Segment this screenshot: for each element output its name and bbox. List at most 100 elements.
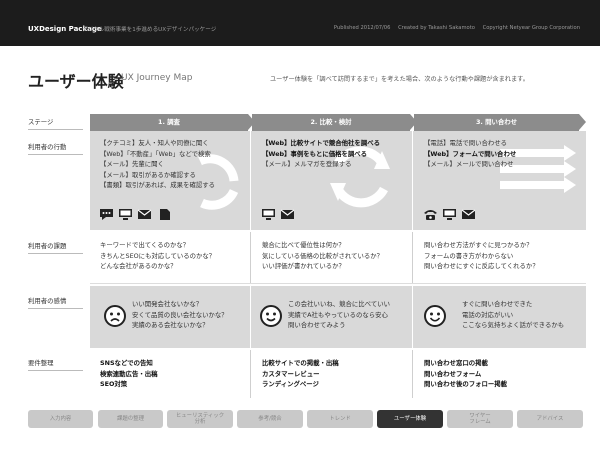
nav-item-user-experience[interactable]: ユーザー体験 <box>377 410 443 428</box>
emotion-item: 電話の対応がいい <box>462 310 514 319</box>
action-item: 【メール】先輩に聞く <box>100 160 164 169</box>
issue-item: フォームの書き方がわからない <box>424 251 514 260</box>
document-meta: Published 2012/07/06 Created by Takashi … <box>328 25 580 31</box>
nav-item-label: トレンド <box>329 415 351 422</box>
action-item: 【書類】取引があれば、成果を確認する <box>100 181 216 190</box>
emotion-list-research: いい開発会社ないかな？ 安くて品質の良い会社ないかな？ 実績のある会社ないかな？ <box>132 299 228 331</box>
copyright: Copyright Netyear Group Corporation <box>482 25 580 31</box>
mail-icon <box>281 209 294 219</box>
happy-face-icon <box>424 305 446 327</box>
row-divider <box>28 253 83 254</box>
issue-item: 問い合わせ方法がすぐに見つかるか？ <box>424 241 533 249</box>
issue-item: どんな会社があるのかな？ <box>100 262 177 271</box>
action-list-inquiry: 【電話】電話で問い合わせる 【Web】フォームで問い合わせ 【メール】メールで問… <box>424 138 516 170</box>
nav-item-issues[interactable]: 課題の整理 <box>98 410 163 428</box>
requirement-list-compare: 比較サイトでの掲載・出稿 カスタマーレビュー ランディングページ <box>262 358 339 390</box>
nav-item-trend[interactable]: トレンド <box>307 410 373 428</box>
stage-compare: 2. 比較・検討 <box>252 114 417 131</box>
column-divider <box>250 131 251 230</box>
issue-item: 競合に比べて優位性は何か？ <box>262 241 345 249</box>
issue-list-inquiry: 問い合わせ方法がすぐに見つかるか？ フォームの書き方がわからない 問い合わせにす… <box>424 240 539 272</box>
channel-icons-research <box>100 209 170 220</box>
action-item: 【Web】事例をもとに価格を調べる <box>262 149 368 158</box>
nav-item-label: アドバイス <box>536 415 564 422</box>
row-divider <box>28 370 83 371</box>
emotion-item: 実績でA社もやっているのなら安心 <box>288 310 388 319</box>
requirement-item: 問い合わせ窓口の掲載 <box>424 359 488 367</box>
nav-item-label: フレーム <box>469 419 491 425</box>
action-item: 【Web】フォームで問い合わせ <box>424 149 517 158</box>
nav-item-input[interactable]: 入力内容 <box>28 410 93 428</box>
smiling-face-icon <box>260 305 282 327</box>
emotion-item: 問い合わせてみよう <box>288 321 346 330</box>
emotion-list-compare: この会社いいね、競合に比べていい 実績でA社もやっているのなら安心 問い合わせて… <box>288 299 390 331</box>
requirement-item: 比較サイトでの掲載・出稿 <box>262 359 339 367</box>
page-intro: ユーザー体験を「調べて訪問するまで」を考えた場合、次のような行動や課題が含まれま… <box>270 76 529 83</box>
channel-icons-inquiry <box>424 209 475 220</box>
issue-item: キーワードで出てくるのかな？ <box>100 241 190 249</box>
emotion-item: すぐに問い合わせできた <box>462 300 533 308</box>
issue-item: 問い合わせにすぐに反応してくれるか？ <box>424 262 539 271</box>
page-title: ユーザー体験 <box>28 72 124 91</box>
column-divider <box>412 286 413 348</box>
issue-band: キーワードで出てくるのかな？ きちんとSEOにも対応しているのかな？ どんな会社… <box>90 232 586 284</box>
requirement-item: SNSなどでの告知 <box>100 359 153 367</box>
row-divider <box>28 129 83 130</box>
row-divider <box>28 154 83 155</box>
column-divider <box>250 232 251 283</box>
row-label-action: 利用者の行動 <box>28 143 67 151</box>
issue-item: きちんとSEOにも対応しているのかな？ <box>100 251 216 260</box>
computer-icon <box>119 209 132 220</box>
row-label-stage: ステージ <box>28 118 54 126</box>
worried-face-icon <box>104 305 126 327</box>
requirement-item: 検索連動広告・出稿 <box>100 369 158 378</box>
action-item: 【メール】メルマガを登録する <box>262 160 352 169</box>
mail-icon <box>138 209 151 219</box>
chat-icon <box>100 209 113 220</box>
mail-icon <box>462 209 475 219</box>
action-band: 【クチコミ】友人・知人や同僚に聞く 【Web】「不動産」「Web」などで検索 【… <box>90 131 586 230</box>
row-label-issue: 利用者の課題 <box>28 242 67 250</box>
action-item: 【メール】取引があるか確認する <box>100 170 196 179</box>
requirement-item: 問い合わせ後のフォロー掲載 <box>424 380 508 389</box>
requirement-band: SNSなどでの告知 検索連動広告・出稿 SEO対策 比較サイトでの掲載・出稿 カ… <box>90 350 586 398</box>
stage-inquiry: 3. 問い合わせ <box>414 114 586 131</box>
action-list-research: 【クチコミ】友人・知人や同僚に聞く 【Web】「不動産」「Web」などで検索 【… <box>100 138 215 191</box>
nav-item-heuristic[interactable]: ヒューリスティック 分析 <box>167 410 233 428</box>
nav-item-wireframe[interactable]: ワイヤー フレーム <box>447 410 513 428</box>
emotion-item: いい開発会社ないかな？ <box>132 300 203 308</box>
issue-list-compare: 競合に比べて優位性は何か？ 気にしている価格の比較がされているか？ いい評価が書… <box>262 240 383 272</box>
action-item: 【メール】メールで問い合わせ <box>424 160 514 169</box>
emotion-band: いい開発会社ないかな？ 安くて品質の良い会社ないかな？ 実績のある会社ないかな？… <box>90 286 586 348</box>
column-divider <box>250 286 251 348</box>
nav-item-label: 参考/競合 <box>258 415 282 422</box>
requirement-item: ランディングページ <box>262 380 319 389</box>
published-date: Published 2012/07/06 <box>333 25 391 31</box>
emotion-item: 安くて品質の良い会社ないかな？ <box>132 310 228 319</box>
stage-bar: 1. 調査 2. 比較・検討 3. 問い合わせ <box>90 114 586 131</box>
action-item: 【Web】比較サイトで競合他社を調べる <box>262 139 380 147</box>
column-divider <box>412 232 413 283</box>
computer-icon <box>443 209 456 220</box>
issue-item: いい評価が書かれているか？ <box>262 262 345 271</box>
phone-icon <box>424 210 437 220</box>
emotion-list-inquiry: すぐに問い合わせできた 電話の対応がいい ここなら気持ちよく話ができるかも <box>462 299 564 331</box>
requirement-item: カスタマーレビュー <box>262 369 320 378</box>
column-divider <box>412 131 413 230</box>
action-list-compare: 【Web】比較サイトで競合他社を調べる 【Web】事例をもとに価格を調べる 【メ… <box>262 138 380 170</box>
top-bar: UXDesign Package デジタル戦術事業を1歩進めるUXデザインパッケ… <box>0 0 600 46</box>
nav-item-advice[interactable]: アドバイス <box>517 410 583 428</box>
channel-icons-compare <box>262 209 294 220</box>
column-divider <box>412 350 413 398</box>
requirement-item: SEO対策 <box>100 380 128 389</box>
action-item: 【電話】電話で問い合わせる <box>424 139 508 147</box>
page-subtitle: UX Journey Map <box>121 73 193 83</box>
nav-item-reference[interactable]: 参考/競合 <box>237 410 303 428</box>
issue-list-research: キーワードで出てくるのかな？ きちんとSEOにも対応しているのかな？ どんな会社… <box>100 240 215 272</box>
requirement-item: 問い合わせフォーム <box>424 369 482 378</box>
computer-icon <box>262 209 275 220</box>
emotion-item: 実績のある会社ないかな？ <box>132 321 209 330</box>
issue-item: 気にしている価格の比較がされているか？ <box>262 251 384 260</box>
nav-item-label: 分析 <box>194 419 206 425</box>
nav-item-label: 課題の整理 <box>117 415 144 422</box>
